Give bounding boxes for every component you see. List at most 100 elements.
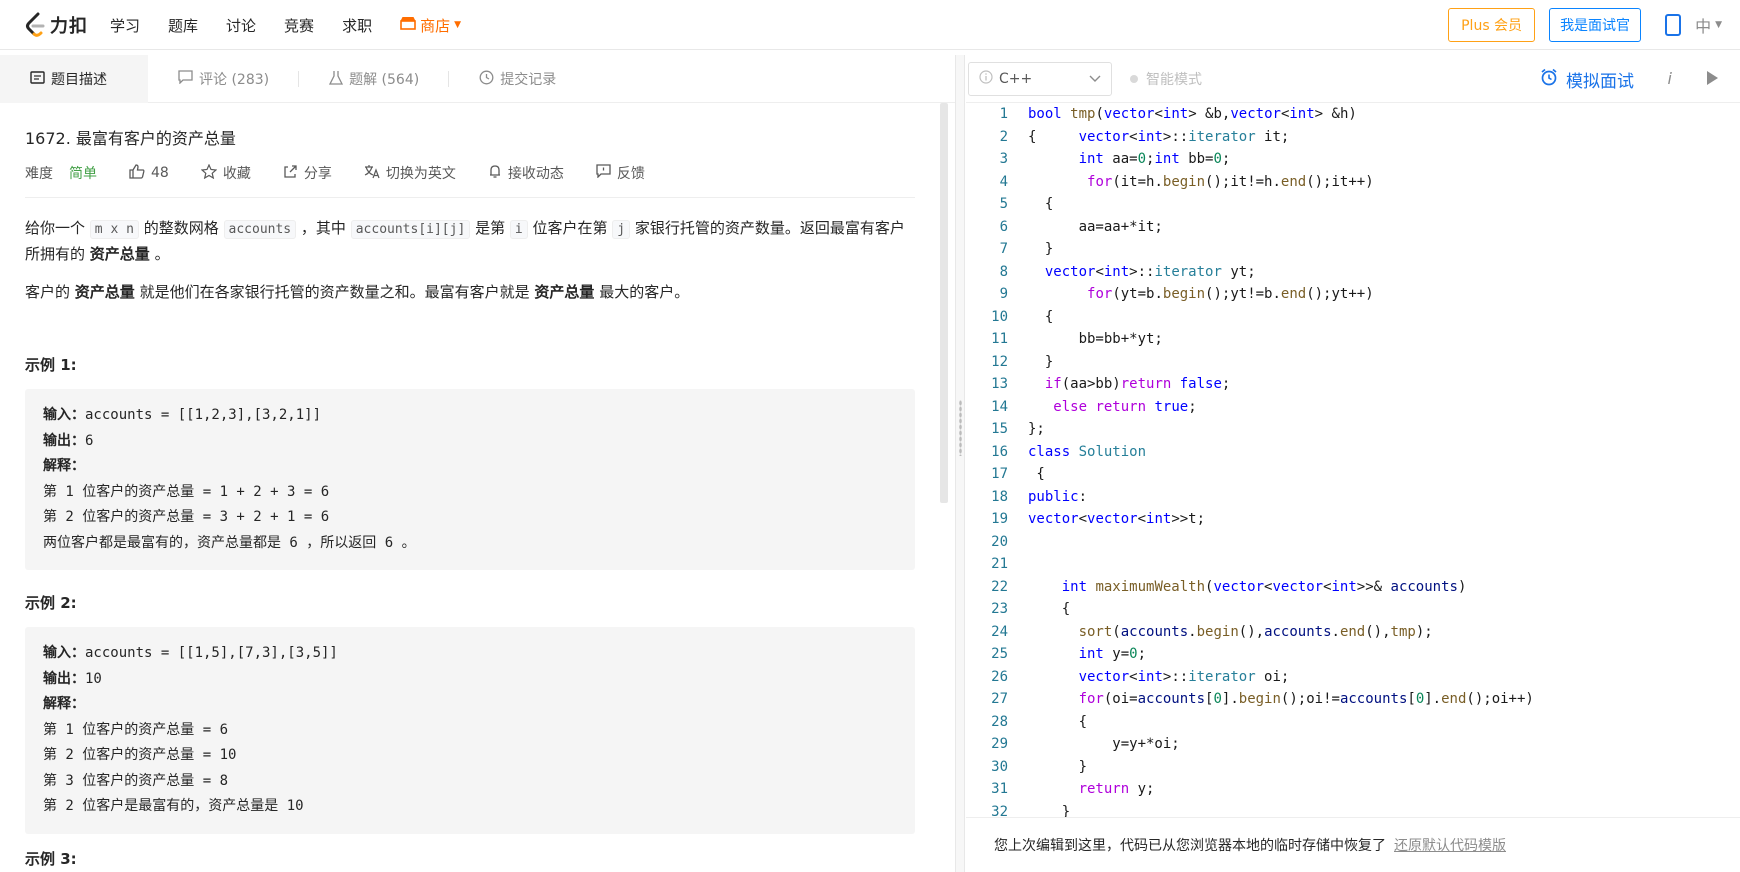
explain-line: 第 1 位客户的资产总量 = 1 + 2 + 3 = 6 [43, 483, 330, 500]
panel-splitter[interactable] [955, 55, 965, 872]
code-line[interactable]: } [1028, 351, 1728, 374]
drag-handle-icon[interactable] [959, 400, 962, 456]
like-button[interactable]: 48 [129, 163, 169, 183]
follow-button[interactable]: 接收动态 [488, 163, 564, 183]
example-3-title: 示例 3: [25, 849, 77, 868]
clock-icon [479, 70, 494, 89]
switch-english-button[interactable]: 切换为英文 [364, 163, 456, 183]
explain-line: 两位客户都是最富有的，资产总量都是 6 ，所以返回 6 。 [43, 534, 416, 551]
code-area[interactable]: bool tmp(vector<int> &b,vector<int> &h){… [1028, 103, 1728, 817]
feedback-icon [596, 164, 611, 182]
code-line[interactable]: for(it=h.begin();it!=h.end();it++) [1028, 171, 1728, 194]
explain-line: 第 2 位客户的资产总量 = 3 + 2 + 1 = 6 [43, 509, 330, 525]
restore-default-template-link[interactable]: 还原默认代码模版 [1394, 835, 1506, 855]
explain-line: 第 2 位客户的资产总量 = 10 [43, 747, 237, 763]
code-line[interactable]: int aa=0;int bb=0; [1028, 148, 1728, 171]
code-line[interactable]: y=y+*oi; [1028, 733, 1728, 756]
text: 是第 [475, 219, 506, 237]
code-line[interactable]: vector<vector<int>>t; [1028, 508, 1728, 531]
smart-mode-label: 智能模式 [1146, 71, 1202, 88]
code-line[interactable]: for(yt=b.begin();yt!=b.end();yt++) [1028, 283, 1728, 306]
description-scrollbar[interactable] [940, 103, 948, 503]
nav-link-learn[interactable]: 学习 [110, 15, 140, 36]
code-line[interactable]: } [1028, 756, 1728, 779]
example-input: 输入：accounts = [[1,2,3],[3,2,1]] [43, 403, 897, 429]
nav-link-discuss[interactable]: 讨论 [226, 15, 256, 36]
code-line[interactable]: } [1028, 238, 1728, 261]
code-line[interactable]: public: [1028, 486, 1728, 509]
tab-solutions[interactable]: 题解 (564) [299, 55, 450, 103]
code-line[interactable]: } [1028, 801, 1728, 818]
code-line[interactable] [1028, 553, 1728, 576]
leetcode-logo[interactable]: 力扣 [24, 11, 88, 39]
mock-interview-button[interactable]: 模拟面试 [1540, 55, 1634, 103]
line-number: 10 [991, 308, 1008, 325]
code-line[interactable]: int y=0; [1028, 643, 1728, 666]
problem-tabs: 题目描述 评论 (283) 题解 (564) 提交记录 [0, 55, 958, 103]
code-line[interactable]: { [1028, 193, 1728, 216]
line-number: 22 [991, 578, 1008, 595]
code-line[interactable]: { [1028, 598, 1728, 621]
code-line[interactable]: int maximumWealth(vector<vector<int>>& a… [1028, 576, 1728, 599]
feedback-button[interactable]: 反馈 [596, 163, 645, 183]
interviewer-button[interactable]: 我是面试官 [1549, 8, 1642, 42]
code-line[interactable]: }; [1028, 418, 1728, 441]
code-line[interactable]: bool tmp(vector<int> &b,vector<int> &h) [1028, 103, 1728, 126]
explain-label: 解释： [43, 458, 85, 474]
nav-link-contest[interactable]: 竞赛 [284, 15, 314, 36]
nav-link-store[interactable]: 商店 ▼ [400, 15, 461, 36]
inline-code: j [612, 220, 631, 239]
text: 位客户在第 [532, 219, 608, 237]
code-line[interactable]: bb=bb+*yt; [1028, 328, 1728, 351]
share-button[interactable]: 分享 [283, 163, 332, 183]
tab-comments[interactable]: 评论 (283) [148, 55, 300, 103]
line-number: 13 [991, 376, 1008, 392]
editor-toolbar: C++ 智能模式 模拟面试 i [966, 55, 1740, 103]
example-1-title: 示例 1: [25, 356, 77, 374]
plus-member-button[interactable]: Plus 会员 [1448, 8, 1536, 42]
code-line[interactable]: return y; [1028, 778, 1728, 801]
example-explain: 解释： [43, 454, 897, 480]
info-icon[interactable]: i [1668, 69, 1672, 88]
line-number-gutter: 1 2 3 4 5 6 7 8 9 10 11 12 13 14 15 16 17 18 19 20 21 22 23 24 2… [966, 103, 1008, 817]
description-paragraph-2: 客户的 资产总量 就是他们在各家银行托管的资产数量之和。最富有客户就是 资产总量… [25, 280, 915, 304]
tab-description-label: 题目描述 [51, 72, 107, 88]
tab-submissions[interactable]: 提交记录 [449, 55, 586, 103]
line-number: 30 [991, 758, 1008, 775]
code-line[interactable]: for(oi=accounts[0].begin();oi!=accounts[… [1028, 688, 1728, 711]
translate-icon [364, 164, 380, 183]
code-line[interactable]: { [1028, 463, 1728, 486]
description-icon [30, 70, 45, 88]
run-icon[interactable] [1707, 71, 1718, 85]
code-line[interactable]: vector<int>::iterator yt; [1028, 261, 1728, 284]
share-label: 分享 [303, 166, 332, 182]
line-number: 17 [991, 466, 1008, 482]
mobile-app-icon[interactable] [1665, 14, 1682, 36]
language-switch[interactable]: 中 ▼ [1695, 13, 1722, 37]
code-line[interactable]: vector<int>::iterator oi; [1028, 666, 1728, 689]
code-line[interactable]: aa=aa+*it; [1028, 216, 1728, 239]
code-line[interactable]: { vector<int>::iterator it; [1028, 126, 1728, 149]
code-line[interactable]: class Solution [1028, 441, 1728, 464]
code-line[interactable]: if(aa>bb)return false; [1028, 373, 1728, 396]
language-label: C++ [999, 70, 1033, 87]
nav-link-problems[interactable]: 题库 [168, 15, 198, 36]
smart-mode-toggle[interactable]: 智能模式 [1130, 69, 1202, 89]
code-line[interactable]: { [1028, 306, 1728, 329]
mock-interview-label: 模拟面试 [1566, 71, 1634, 92]
divider [25, 197, 915, 198]
code-line[interactable]: { [1028, 711, 1728, 734]
code-line[interactable]: else return true; [1028, 396, 1728, 419]
favorite-button[interactable]: 收藏 [200, 163, 251, 183]
language-select-value: C++ [979, 69, 1033, 88]
brand-name: 力扣 [50, 16, 88, 37]
line-number: 1 [999, 106, 1008, 122]
language-select[interactable]: C++ [968, 61, 1112, 96]
problem-title: 1672. 最富有客户的资产总量 [25, 129, 236, 148]
tab-description[interactable]: 题目描述 [0, 55, 148, 103]
nav-link-jobs[interactable]: 求职 [342, 15, 372, 36]
code-line[interactable] [1028, 531, 1728, 554]
line-number: 26 [991, 668, 1008, 685]
code-line[interactable]: sort(accounts.begin(),accounts.end(),tmp… [1028, 621, 1728, 644]
code-editor[interactable]: 1 2 3 4 5 6 7 8 9 10 11 12 13 14 15 16 17 18 19 20 21 22 23 24 2… [966, 103, 1740, 817]
